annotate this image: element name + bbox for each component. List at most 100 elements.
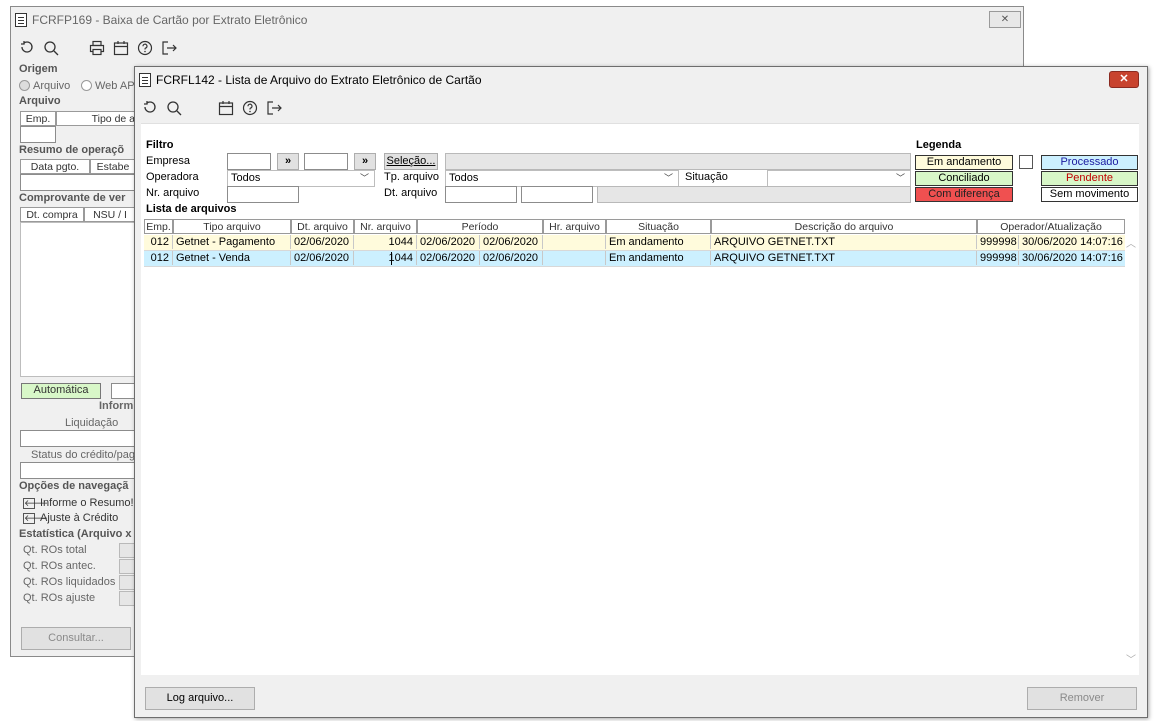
cell-situacao: Em andamento [606,235,711,249]
opcoes-item-ajuste[interactable]: 🡐Ajuste à Crédito [23,512,118,524]
arrow-left-icon: 🡐 [23,497,49,509]
empresa-to-field[interactable] [304,153,348,170]
legend-checkbox[interactable] [1019,155,1033,169]
origem-option-arquivo[interactable]: Arquivo [19,80,70,92]
front-close-button[interactable]: ✕ [1109,71,1139,88]
dt-arquivo-from-field[interactable] [445,186,517,203]
cell-nr[interactable]: 1044 [354,251,417,265]
col-header-hr-arquivo[interactable]: Hr. arquivo [543,219,606,234]
filtro-group-label: Filtro [146,139,174,151]
automatica-field[interactable] [111,383,136,399]
scroll-up-icon[interactable]: ︿ [1125,235,1137,250]
col-header-emp[interactable]: Emp. [144,219,173,234]
log-arquivo-button[interactable]: Log arquivo... [145,687,255,710]
refresh-icon[interactable] [138,97,162,119]
back-close-button[interactable]: ✕ [989,11,1021,28]
status-credito-field[interactable] [20,462,136,479]
front-window: FCRFL142 - Lista de Arquivo do Extrato E… [134,66,1148,718]
nr-arquivo-label: Nr. arquivo [146,187,200,199]
cell-dt: 02/06/2020 [291,235,354,249]
comprovante-grid[interactable] [20,222,136,377]
situacao-label: Situação [685,171,728,183]
radio-icon [19,80,30,91]
document-icon [15,13,27,27]
estatistica-ros-total: Qt. ROs total [23,544,87,556]
cell-hr [543,235,606,249]
liquidacao-label: Liquidação [65,417,119,429]
chevron-down-icon: ﹀ [663,173,673,183]
legend-conciliado: Conciliado [915,171,1013,186]
comprovante-group-label: Comprovante de ver [19,192,126,204]
tp-arquivo-select-value: Todos [449,172,479,184]
front-toolbar [138,97,286,119]
table-row[interactable]: 012 Getnet - Pagamento 02/06/2020 1044 0… [144,235,1125,251]
scroll-down-icon[interactable]: ﹀ [1125,651,1137,666]
estatistica-ros-liquidados: Qt. ROs liquidados [23,576,116,588]
calendar-icon[interactable] [214,97,238,119]
arquivo-col-tipo: Tipo de a [56,111,136,126]
legenda-group-label: Legenda [916,139,962,151]
back-toolbar [15,37,181,59]
origem-option-webapi-label: Web AP [95,80,135,92]
tp-arquivo-select[interactable]: Todos ﹀ [445,170,679,187]
legend-em-andamento: Em andamento [915,155,1013,170]
front-window-title: FCRFL142 - Lista de Arquivo do Extrato E… [156,73,482,87]
exit-icon[interactable] [157,37,181,59]
col-header-tipo-arquivo[interactable]: Tipo arquivo [173,219,291,234]
search-icon[interactable] [39,37,63,59]
dt-arquivo-label: Dt. arquivo [384,187,438,199]
col-header-situacao[interactable]: Situação [606,219,711,234]
print-icon[interactable] [85,37,109,59]
table-row-selected[interactable]: 012 Getnet - Venda 02/06/2020 1044 02/06… [144,251,1125,267]
consultar-button[interactable]: Consultar... [21,627,131,650]
liquidacao-field[interactable] [20,430,136,447]
help-icon[interactable] [133,37,157,59]
operadora-select[interactable]: Todos ﹀ [227,170,375,187]
opcoes-item-resumo[interactable]: 🡐Informe o Resumo! [23,497,134,509]
col-header-descricao[interactable]: Descrição do arquivo [711,219,977,234]
search-icon[interactable] [162,97,186,119]
selecao-button[interactable]: Seleção... [384,153,438,170]
empresa-range-button-2[interactable]: » [354,153,376,170]
back-window-title: FCRFP169 - Baixa de Cartão por Extrato E… [32,13,308,27]
col-header-periodo[interactable]: Período [417,219,543,234]
origem-group-label: Origem [19,63,58,75]
dt-arquivo-to-field[interactable] [521,186,593,203]
status-credito-label: Status do crédito/pag [31,449,135,461]
help-icon[interactable] [238,97,262,119]
cell-atualizacao: 30/06/2020 14:07:16 [1022,236,1123,248]
exit-icon[interactable] [262,97,286,119]
opcoes-item-ajuste-label: Ajuste à Crédito [40,512,119,524]
situacao-select[interactable]: ﹀ [767,170,911,187]
cell-nr: 1044 [354,235,417,249]
empresa-range-button-1[interactable]: » [277,153,299,170]
radio-icon [81,80,92,91]
col-header-dt-arquivo[interactable]: Dt. arquivo [291,219,354,234]
empresa-from-field[interactable] [227,153,271,170]
selecao-display [445,153,911,170]
origem-option-arquivo-label: Arquivo [33,80,71,92]
cell-operador: 999998 [977,251,1019,265]
resumo-row-field[interactable] [20,174,136,191]
resumo-group-label: Resumo de operaçõ [19,144,125,156]
origem-option-webapi[interactable]: Web AP [81,80,135,92]
col-header-nr-arquivo[interactable]: Nr. arquivo [354,219,417,234]
cell-dt: 02/06/2020 [291,251,354,265]
col-header-operador[interactable]: Operador/Atualização [977,219,1125,234]
front-content-panel [141,123,1139,675]
legend-processado: Processado [1041,155,1138,170]
lista-group-label: Lista de arquivos [146,203,237,215]
cell-periodo-fim: 02/06/2020 [480,251,543,265]
arquivo-emp-field[interactable] [20,126,56,143]
tp-arquivo-label: Tp. arquivo [384,171,440,183]
operadora-label: Operadora [146,171,199,183]
nr-arquivo-field[interactable] [227,186,299,203]
estatistica-ros-ajuste: Qt. ROs ajuste [23,592,96,604]
remover-button[interactable]: Remover [1027,687,1137,710]
opcoes-item-resumo-label: Informe o Resumo! [40,497,134,509]
calendar-icon[interactable] [109,37,133,59]
opcoes-group-label: Opções de navegaçã [19,480,129,492]
cell-emp: 012 [144,251,173,265]
refresh-icon[interactable] [15,37,39,59]
cell-operador: 999998 [977,235,1019,249]
